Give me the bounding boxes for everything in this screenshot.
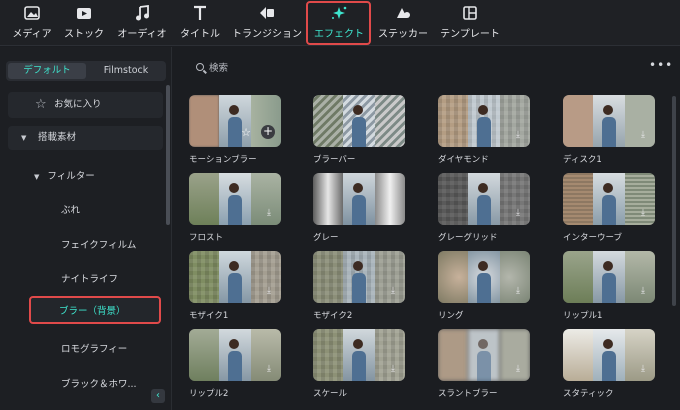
effect-label: ディスク1 [563, 155, 602, 165]
effect-thumbnail[interactable] [313, 173, 405, 225]
effect-thumbnail[interactable]: ⤓ [563, 251, 655, 303]
effect-label: リング [438, 311, 464, 321]
search-field[interactable]: 検索 [196, 60, 228, 74]
caret-down-icon: ▼ [21, 134, 27, 142]
search-placeholder: 検索 [209, 63, 229, 74]
effect-thumbnail[interactable]: ⤓ [313, 329, 405, 381]
tab-default[interactable]: デフォルト [8, 63, 86, 79]
download-icon[interactable]: ⤓ [263, 207, 275, 219]
download-icon[interactable]: ⤓ [512, 129, 524, 141]
tool-audio[interactable]: オーディオ [114, 4, 170, 42]
effect-thumbnail[interactable]: ☆ + [189, 95, 281, 147]
effect-label: インターウーブ [563, 233, 622, 243]
category-label: 搭載素材 [38, 132, 77, 143]
download-icon[interactable]: ⤓ [263, 363, 275, 375]
sidebar-item-label: ブラー（背景） [59, 306, 126, 317]
effect-thumbnail[interactable]: ⤓ [189, 173, 281, 225]
sidebar-item-lomography[interactable]: ロモグラフィー [61, 341, 127, 355]
tool-stock[interactable]: ストック [62, 4, 106, 42]
filter-group[interactable]: ▼ フィルター [34, 168, 95, 182]
download-icon[interactable]: ⤓ [512, 363, 524, 375]
effect-label: ダイヤモンド [438, 155, 489, 165]
search-icon [196, 63, 204, 71]
tool-label: テンプレート [440, 29, 500, 40]
tool-sticker[interactable]: ステッカー [376, 4, 430, 42]
effect-thumbnail[interactable]: ⤓ [438, 251, 530, 303]
tool-label: ストック [64, 29, 104, 40]
effect-thumbnail[interactable] [313, 95, 405, 147]
effect-label: モザイク1 [189, 311, 229, 321]
tool-template[interactable]: テンプレート [437, 4, 503, 42]
sidebar-item-nightlife[interactable]: ナイトライフ [61, 271, 118, 285]
download-icon[interactable]: ⤓ [637, 207, 649, 219]
effect-label: ブラーバー [313, 155, 356, 165]
effect-thumbnail[interactable]: ⤓ [563, 173, 655, 225]
effect-thumbnail[interactable]: ⤓ [438, 329, 530, 381]
media-icon [10, 4, 54, 22]
sidebar-item-blur-background[interactable]: ブラー（背景） [29, 296, 161, 324]
star-icon: ☆ [35, 97, 47, 112]
effect-label: グレーグリッド [438, 233, 498, 243]
add-icon[interactable]: + [261, 125, 275, 139]
download-icon[interactable]: ⤓ [637, 363, 649, 375]
library-tabs: デフォルト Filmstock [6, 61, 166, 81]
sidebar-item-black-white[interactable]: ブラック＆ホワ... [61, 376, 137, 390]
effect-label: リップル1 [563, 311, 603, 321]
tool-label: トランジション [232, 29, 302, 40]
category-builtin[interactable]: ▼ 搭載素材 [8, 126, 163, 150]
favorites-item[interactable]: ☆ お気に入り [8, 92, 163, 118]
tool-title[interactable]: タイトル [177, 4, 223, 42]
tool-label: タイトル [180, 29, 220, 40]
download-icon[interactable]: ⤓ [512, 285, 524, 297]
effect-thumbnail[interactable]: ⤓ [438, 95, 530, 147]
audio-icon [114, 4, 170, 22]
effect-thumbnail[interactable]: ⤓ [189, 329, 281, 381]
effect-label: モーションブラー [189, 155, 257, 165]
stock-icon [62, 4, 106, 22]
effect-thumbnail[interactable]: ⤓ [438, 173, 530, 225]
effect-label: スラントブラー [438, 389, 498, 399]
template-icon [437, 4, 503, 22]
effect-thumbnail[interactable]: ⤓ [563, 329, 655, 381]
effect-thumbnail[interactable]: ⤓ [313, 251, 405, 303]
tool-label: メディア [12, 29, 52, 40]
tool-label: オーディオ [117, 29, 167, 40]
download-icon[interactable]: ⤓ [637, 285, 649, 297]
effect-label: スタティック [563, 389, 614, 399]
sidebar-item-bure[interactable]: ぶれ [61, 202, 80, 216]
effect-tool-highlight [306, 1, 371, 45]
sidebar-item-fake-film[interactable]: フェイクフィルム [61, 237, 136, 251]
tool-transition[interactable]: トランジション [230, 4, 304, 42]
effect-label: スケール [313, 389, 348, 399]
tool-label: ステッカー [378, 29, 428, 40]
grid-scrollbar[interactable] [672, 96, 676, 306]
transition-icon [230, 4, 304, 22]
effect-thumbnail[interactable]: ⤓ [189, 251, 281, 303]
effect-label: モザイク2 [313, 311, 353, 321]
effect-label: フロスト [189, 233, 224, 243]
download-icon[interactable]: ⤓ [263, 285, 275, 297]
effect-thumbnail[interactable]: ⤓ [563, 95, 655, 147]
sidebar-scrollbar[interactable] [166, 85, 170, 225]
download-icon[interactable]: ⤓ [512, 207, 524, 219]
download-icon[interactable]: ⤓ [387, 285, 399, 297]
title-icon [177, 4, 223, 22]
effect-label: グレー [313, 233, 339, 243]
tool-media[interactable]: メディア [10, 4, 54, 42]
star-icon[interactable]: ☆ [241, 126, 251, 139]
filter-group-label: フィルター [47, 171, 95, 182]
download-icon[interactable]: ⤓ [387, 363, 399, 375]
sticker-icon [376, 4, 430, 22]
favorites-label: お気に入り [54, 99, 102, 110]
tab-filmstock[interactable]: Filmstock [88, 63, 164, 79]
collapse-sidebar-button[interactable]: ‹ [151, 389, 165, 403]
effect-label: リップル2 [189, 389, 229, 399]
more-options-button[interactable]: ••• [649, 58, 673, 72]
caret-down-icon: ▼ [34, 173, 40, 181]
top-toolbar: メディア ストック オーディオ タイトル トランジション エフェクト ステッカー… [0, 0, 680, 46]
download-icon[interactable]: ⤓ [637, 129, 649, 141]
